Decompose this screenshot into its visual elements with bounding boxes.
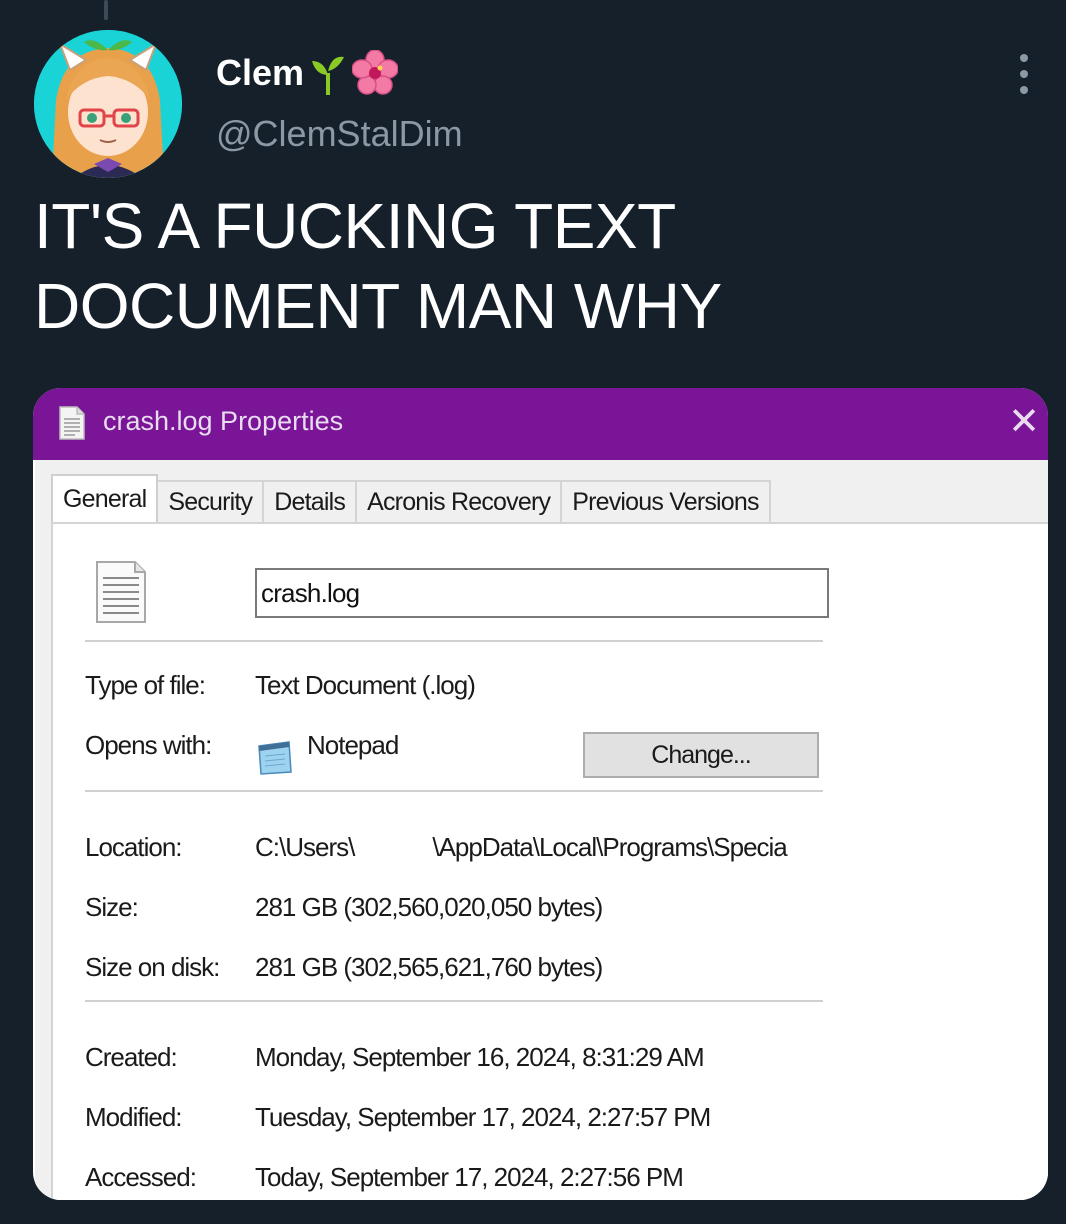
- display-name[interactable]: Clem: [216, 52, 304, 94]
- opens-with-value: Notepad: [307, 730, 399, 760]
- display-name-row[interactable]: Clem: [216, 50, 399, 96]
- dialog-title: crash.log Properties: [103, 406, 344, 436]
- created-value: Monday, September 16, 2024, 8:31:29 AM: [255, 1042, 705, 1072]
- tab-strip: General Security Details Acronis Recover…: [51, 474, 771, 522]
- separator: [85, 790, 823, 793]
- tweet-text: IT'S A FUCKING TEXT DOCUMENT MAN WHY: [34, 190, 722, 342]
- size-label: Size:: [85, 892, 139, 922]
- avatar-illustration: [34, 30, 182, 178]
- tab-details[interactable]: Details: [262, 480, 358, 522]
- separator: [85, 640, 823, 643]
- location-value: C:\Users\ \AppData\Local\Programs\Specia: [255, 832, 823, 863]
- tab-acronis-recovery[interactable]: Acronis Recovery: [355, 480, 563, 522]
- document-icon: [59, 406, 85, 440]
- size-on-disk-value: 281 GB (302,565,621,760 bytes): [255, 952, 603, 982]
- file-name-field[interactable]: [255, 568, 829, 618]
- thread-connector-line: [104, 0, 108, 20]
- text-file-icon: [96, 561, 146, 623]
- created-label: Created:: [85, 1042, 178, 1072]
- dialog-body: General Security Details Acronis Recover…: [35, 460, 1048, 1200]
- separator: [85, 1000, 823, 1003]
- tab-general[interactable]: General: [51, 474, 159, 522]
- type-of-file-value: Text Document (.log): [255, 670, 476, 700]
- seedling-emoji-icon: [312, 56, 345, 95]
- hibiscus-emoji-icon: [352, 50, 399, 95]
- accessed-label: Accessed:: [85, 1162, 197, 1192]
- notepad-icon: [258, 741, 292, 775]
- modified-label: Modified:: [85, 1102, 182, 1132]
- location-label: Location:: [85, 832, 183, 862]
- type-of-file-label: Type of file:: [85, 670, 206, 700]
- avatar[interactable]: [34, 30, 182, 178]
- opens-with-label: Opens with:: [85, 730, 212, 760]
- size-on-disk-label: Size on disk:: [85, 952, 220, 982]
- location-path-start: C:\Users\: [255, 832, 355, 862]
- close-icon[interactable]: ✕: [1004, 402, 1044, 442]
- modified-value: Tuesday, September 17, 2024, 2:27:57 PM: [255, 1102, 711, 1132]
- change-button[interactable]: Change...: [583, 732, 819, 778]
- general-tab-panel: Type of file: Text Document (.log) Opens…: [51, 522, 1048, 1200]
- attached-screenshot[interactable]: crash.log Properties ✕ General Security …: [33, 388, 1048, 1200]
- size-value: 281 GB (302,560,020,050 bytes): [255, 892, 603, 922]
- dialog-title-bar: crash.log Properties ✕: [33, 388, 1048, 460]
- location-path-end: \AppData\Local\Programs\Specia: [432, 832, 787, 862]
- tab-security[interactable]: Security: [156, 480, 265, 522]
- accessed-value: Today, September 17, 2024, 2:27:56 PM: [255, 1162, 684, 1192]
- tab-previous-versions[interactable]: Previous Versions: [560, 480, 771, 522]
- more-options-icon[interactable]: [1012, 54, 1036, 94]
- user-handle[interactable]: @ClemStalDim: [216, 113, 463, 155]
